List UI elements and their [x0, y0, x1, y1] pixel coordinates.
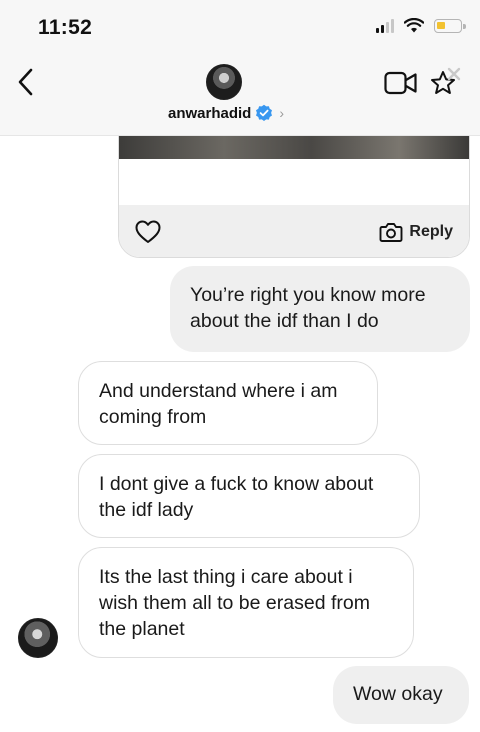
video-call-button[interactable]: [384, 70, 418, 98]
message-text: Its the last thing i care about i wish t…: [99, 566, 370, 640]
reply-button[interactable]: Reply: [379, 221, 453, 243]
sent-message[interactable]: You’re right you know more about the idf…: [170, 266, 470, 352]
shared-post[interactable]: Reply: [118, 132, 470, 258]
message-text: And understand where i am coming from: [99, 380, 338, 428]
message-text: Wow okay: [353, 683, 443, 705]
favorite-button[interactable]: [428, 66, 462, 100]
video-camera-icon: [384, 71, 417, 95]
profile-name-link[interactable]: anwarhadid ›: [168, 104, 284, 122]
status-icons: [376, 18, 466, 33]
message-text: I dont give a fuck to know about the idf…: [99, 473, 374, 521]
received-message[interactable]: And understand where i am coming from: [78, 361, 378, 445]
heart-icon: [135, 220, 161, 243]
dm-screen: 11:52 anwarhadid › Reply You’re right yo…: [0, 0, 480, 732]
received-message[interactable]: I dont give a fuck to know about the idf…: [78, 454, 420, 538]
username: anwarhadid: [168, 104, 252, 122]
sender-avatar[interactable]: [18, 618, 58, 658]
dm-header: 11:52 anwarhadid ›: [0, 0, 480, 136]
wifi-icon: [404, 18, 424, 33]
shared-post-actions: Reply: [119, 205, 469, 257]
shared-post-image: [119, 133, 469, 159]
like-button[interactable]: [135, 220, 161, 244]
header-avatar[interactable]: [206, 64, 242, 100]
message-text: You’re right you know more about the idf…: [190, 284, 426, 332]
chevron-left-icon: [18, 68, 33, 96]
verified-badge-icon: [256, 104, 273, 121]
back-button[interactable]: [12, 64, 42, 100]
chevron-right-icon: ›: [279, 105, 285, 121]
status-time: 11:52: [38, 16, 93, 39]
cellular-signal-icon: [376, 18, 394, 33]
sent-message[interactable]: Wow okay: [333, 666, 469, 724]
message-thread[interactable]: Reply You’re right you know more about t…: [0, 132, 480, 732]
star-icon: [431, 67, 461, 94]
battery-icon: [434, 18, 466, 33]
reply-label: Reply: [409, 223, 453, 240]
received-message[interactable]: Its the last thing i care about i wish t…: [78, 547, 414, 658]
camera-icon: [379, 223, 403, 242]
